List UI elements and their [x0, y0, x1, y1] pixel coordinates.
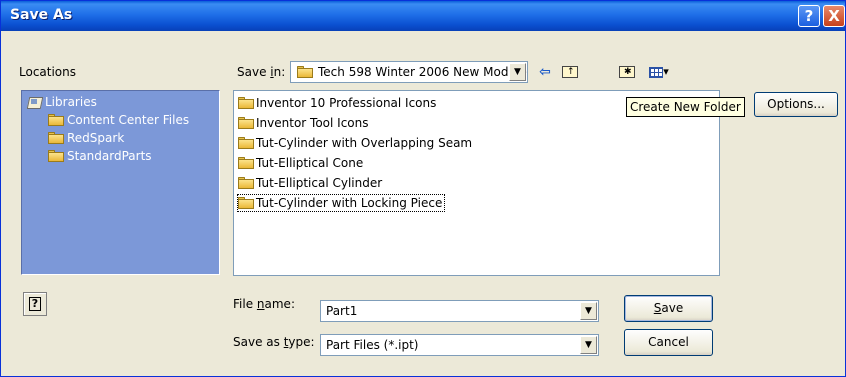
save-button[interactable]: Save: [624, 295, 713, 322]
close-button[interactable]: X: [823, 5, 845, 27]
folder-icon: [48, 114, 64, 126]
save-in-combo[interactable]: Tech 598 Winter 2006 New Modules ▼: [290, 61, 528, 83]
chevron-down-icon[interactable]: ▼: [509, 63, 526, 81]
location-label: RedSpark: [67, 131, 125, 145]
file-list[interactable]: Inventor 10 Professional Icons Inventor …: [233, 90, 720, 276]
list-item[interactable]: Tut-Elliptical Cone: [238, 155, 365, 171]
locations-panel[interactable]: Libraries Content Center Files RedSpark …: [21, 90, 220, 275]
folder-icon: [238, 97, 254, 109]
chevron-down-icon: ▾: [663, 65, 669, 78]
create-new-folder-button[interactable]: ✱: [615, 61, 639, 83]
chevron-down-icon[interactable]: ▼: [580, 336, 597, 354]
file-name: Inventor 10 Professional Icons: [256, 96, 437, 110]
location-label: StandardParts: [67, 149, 152, 163]
save-as-type-value: Part Files (*.ipt): [326, 338, 419, 352]
label-accel: n: [256, 297, 265, 311]
file-name: Inventor Tool Icons: [256, 116, 369, 130]
file-name-value: Part1: [326, 304, 358, 318]
list-item[interactable]: Inventor Tool Icons: [238, 115, 371, 131]
back-arrow-icon[interactable]: ⇦: [535, 61, 555, 83]
folder-icon: [238, 157, 254, 169]
folder-icon: [48, 150, 64, 162]
save-as-dialog: Save As ? X Locations Libraries Content …: [0, 0, 846, 377]
label-part: File: [233, 297, 257, 311]
sparkle-glyph: ✱: [624, 67, 632, 77]
location-redspark[interactable]: RedSpark: [48, 131, 124, 145]
label-part: ype:: [288, 335, 315, 349]
tooltip: Create New Folder: [626, 97, 745, 117]
save-as-type-label: Save as type:: [233, 335, 315, 349]
location-standardparts[interactable]: StandardParts: [48, 149, 152, 163]
file-name: Tut-Elliptical Cone: [256, 156, 364, 170]
up-folder-button[interactable]: ↑: [559, 61, 581, 83]
folder-icon: [297, 66, 313, 78]
views-menu-button[interactable]: ▾: [644, 61, 674, 83]
help-button[interactable]: ?: [23, 292, 47, 316]
folder-icon: [238, 117, 254, 129]
label-part: ame:: [264, 297, 295, 311]
file-name: Tut-Elliptical Cylinder: [256, 176, 383, 190]
save-in-value: Tech 598 Winter 2006 New Modules: [318, 65, 528, 79]
new-folder-icon: ✱: [619, 66, 635, 78]
save-as-type-select[interactable]: Part Files (*.ipt) ▼: [320, 334, 599, 356]
folder-icon: [238, 137, 254, 149]
folder-icon: [238, 177, 254, 189]
list-item[interactable]: Inventor 10 Professional Icons: [238, 95, 438, 111]
title-help-button[interactable]: ?: [798, 5, 820, 27]
location-label: Content Center Files: [67, 113, 190, 127]
help-icon: ?: [29, 297, 41, 311]
location-libraries[interactable]: Libraries: [27, 95, 97, 109]
list-item[interactable]: Tut-Cylinder with Overlapping Seam: [238, 135, 474, 151]
location-label: Libraries: [45, 95, 97, 109]
options-button[interactable]: Options...: [754, 92, 838, 117]
list-item[interactable]: Tut-Cylinder with Locking Piece: [236, 194, 446, 212]
list-item[interactable]: Tut-Elliptical Cylinder: [238, 175, 384, 191]
title-bar[interactable]: Save As ? X: [1, 1, 845, 31]
folder-icon: [48, 132, 64, 144]
chevron-down-icon[interactable]: ▼: [580, 302, 597, 320]
file-name: Tut-Cylinder with Overlapping Seam: [256, 136, 473, 150]
up-folder-icon: ↑: [562, 66, 578, 78]
locations-label: Locations: [19, 65, 77, 79]
view-grid-icon: [649, 66, 664, 78]
file-name-label: File name:: [233, 297, 295, 311]
cancel-button[interactable]: Cancel: [624, 329, 713, 356]
label-part: Save as: [233, 335, 284, 349]
save-in-label-part: n:: [273, 65, 286, 79]
up-arrow-glyph: ↑: [567, 67, 575, 77]
save-label-rest: ave: [661, 301, 684, 315]
save-in-label-part: Save: [237, 65, 271, 79]
file-name-field[interactable]: Part1 ▼: [320, 300, 599, 322]
folder-icon: [238, 197, 254, 209]
save-in-label: Save in:: [237, 65, 285, 79]
library-icon: [27, 96, 42, 109]
location-content-center-files[interactable]: Content Center Files: [48, 113, 189, 127]
file-name: Tut-Cylinder with Locking Piece: [256, 196, 443, 210]
window-title: Save As: [10, 7, 73, 23]
